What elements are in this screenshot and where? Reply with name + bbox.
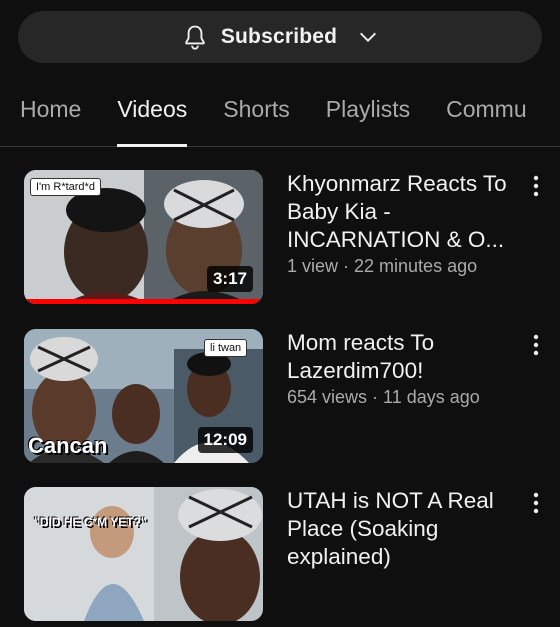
- thumbnail-caption: I'm R*tard*d: [30, 178, 101, 196]
- video-item[interactable]: li twan Cancan 12:09 Mom reacts To Lazer…: [0, 329, 560, 469]
- bell-icon: [185, 25, 205, 50]
- tab-playlists[interactable]: Playlists: [326, 86, 410, 146]
- video-title[interactable]: UTAH is NOT A Real Place (Soaking explai…: [287, 487, 517, 571]
- more-options-icon[interactable]: [528, 333, 544, 357]
- tab-community[interactable]: Commu: [446, 86, 527, 146]
- video-meta: UTAH is NOT A Real Place (Soaking explai…: [287, 487, 517, 571]
- thumbnail-caption: li twan: [204, 339, 248, 357]
- video-title[interactable]: Khyonmarz Reacts To Baby Kia - INCARNATI…: [287, 170, 517, 254]
- chevron-down-icon: [360, 32, 377, 42]
- video-duration: 12:09: [197, 427, 253, 453]
- video-item[interactable]: I'm R*tard*d 3:17 Khyonmarz Reacts To Ba…: [0, 170, 560, 310]
- video-item[interactable]: "DID HE C*M YET?" UTAH is NOT A Real Pla…: [0, 487, 560, 627]
- video-thumbnail[interactable]: I'm R*tard*d 3:17: [24, 170, 263, 304]
- tab-shorts[interactable]: Shorts: [223, 86, 289, 146]
- video-stats: 654 views · 11 days ago: [287, 387, 480, 407]
- subscribed-label: Subscribed: [220, 25, 338, 48]
- tab-home[interactable]: Home: [20, 86, 81, 146]
- subscribed-button[interactable]: Subscribed: [18, 11, 542, 63]
- video-thumbnail[interactable]: "DID HE C*M YET?": [24, 487, 263, 621]
- video-meta: Mom reacts To Lazerdim700! 654 views · 1…: [287, 329, 517, 408]
- channel-tabs: Home Videos Shorts Playlists Commu: [0, 86, 560, 147]
- thumbnail-image: [24, 487, 263, 621]
- more-options-icon[interactable]: [528, 174, 544, 198]
- video-stats: 1 view · 22 minutes ago: [287, 256, 478, 276]
- video-thumbnail[interactable]: li twan Cancan 12:09: [24, 329, 263, 463]
- more-options-icon[interactable]: [528, 491, 544, 515]
- video-meta: Khyonmarz Reacts To Baby Kia - INCARNATI…: [287, 170, 517, 277]
- thumbnail-big-caption: Cancan: [28, 433, 108, 458]
- tab-videos[interactable]: Videos: [117, 86, 187, 147]
- video-duration: 3:17: [206, 266, 253, 292]
- watch-progress-bar: [24, 299, 263, 304]
- video-title[interactable]: Mom reacts To Lazerdim700!: [287, 329, 517, 385]
- thumbnail-caption: "DID HE C*M YET?": [34, 515, 147, 529]
